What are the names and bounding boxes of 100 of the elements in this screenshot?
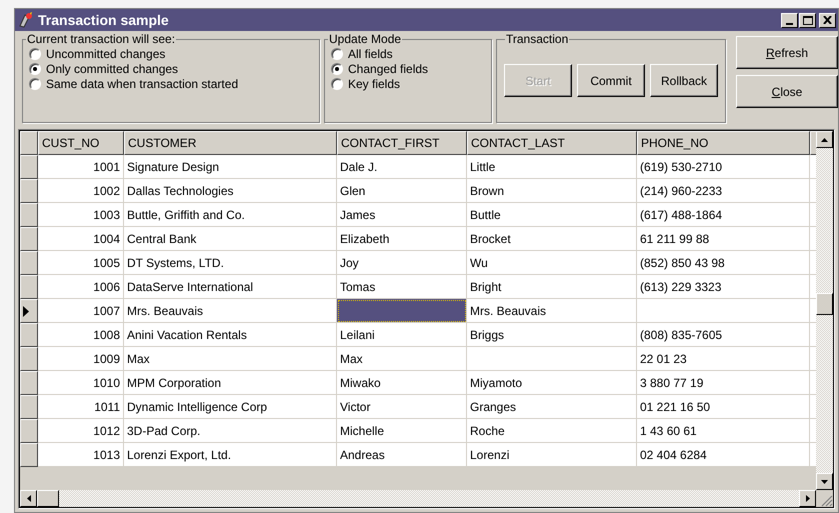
table-cell[interactable]: Dynamic Intelligence Corp [124,395,337,419]
row-indicator[interactable] [20,299,38,323]
table-cell[interactable]: 3 880 77 19 [637,371,810,395]
table-cell[interactable]: 1006 [38,275,124,299]
table-cell[interactable]: 1012 [38,419,124,443]
table-cell[interactable]: 1003 [38,203,124,227]
table-cell[interactable]: Anini Vacation Rentals [124,323,337,347]
row-indicator[interactable] [20,395,38,419]
table-cell[interactable]: Mrs. Beauvais [467,299,637,323]
radio-label[interactable]: Same data when transaction started [46,74,238,92]
table-cell[interactable]: Max [337,347,467,371]
column-header[interactable] [810,131,816,155]
table-cell[interactable]: Central Bank [124,227,337,251]
table-cell[interactable]: DataServe International [124,275,337,299]
table-cell[interactable]: 61 211 99 88 [637,227,810,251]
column-header[interactable]: CONTACT_FIRST [337,131,467,155]
vertical-scrollbar[interactable] [816,131,833,490]
table-cell[interactable] [810,227,816,251]
row-indicator[interactable] [20,155,38,179]
row-indicator[interactable] [20,227,38,251]
scroll-down-button[interactable] [816,473,833,490]
table-cell[interactable]: DT Systems, LTD. [124,251,337,275]
row-indicator[interactable] [20,275,38,299]
table-cell[interactable]: Joy [337,251,467,275]
table-cell[interactable]: Andreas [337,443,467,467]
table-cell[interactable]: 1 43 60 61 [637,419,810,443]
transaction-button[interactable]: Rollback [650,64,718,97]
table-cell[interactable]: James [337,203,467,227]
column-header[interactable]: CONTACT_LAST [467,131,637,155]
table-cell[interactable]: (214) 960-2233 [637,179,810,203]
column-header[interactable]: PHONE_NO [637,131,810,155]
table-cell[interactable]: 02 404 6284 [637,443,810,467]
action-button[interactable]: Close [736,75,838,108]
table-cell[interactable]: 1007 [38,299,124,323]
table-cell[interactable]: 3D-Pad Corp. [124,419,337,443]
table-cell[interactable]: (808) 835-7605 [637,323,810,347]
table-cell[interactable]: Wu [467,251,637,275]
table-cell[interactable] [637,299,810,323]
radio-label[interactable]: All fields [348,44,393,62]
scroll-up-button[interactable] [816,131,833,148]
table-cell[interactable]: Dale J. [337,155,467,179]
table-cell[interactable] [810,299,816,323]
table-cell[interactable]: 22 01 23 [637,347,810,371]
transaction-button[interactable]: Commit [577,64,645,97]
row-indicator[interactable] [20,203,38,227]
table-cell[interactable]: Leilani [337,323,467,347]
table-cell[interactable]: Miyamoto [467,371,637,395]
table-cell[interactable]: Brocket [467,227,637,251]
table-cell[interactable]: Lorenzi [467,443,637,467]
table-cell[interactable]: Dallas Technologies [124,179,337,203]
row-indicator[interactable] [20,419,38,443]
radio-label[interactable]: Key fields [348,74,400,92]
scroll-thumb[interactable] [816,293,833,315]
table-cell[interactable] [810,275,816,299]
column-header[interactable]: CUST_NO [38,131,124,155]
radio-label[interactable]: Only committed changes [46,60,178,78]
table-cell[interactable]: Briggs [467,323,637,347]
table-cell[interactable]: 1008 [38,323,124,347]
table-cell[interactable]: Glen [337,179,467,203]
table-cell[interactable]: Victor [337,395,467,419]
table-cell[interactable]: Mrs. Beauvais [124,299,337,323]
minimize-button[interactable] [781,12,798,28]
table-cell[interactable]: Brown [467,179,637,203]
table-cell[interactable]: Elizabeth [337,227,467,251]
maximize-button[interactable] [799,12,816,28]
row-indicator[interactable] [20,347,38,371]
row-indicator[interactable] [20,251,38,275]
table-cell[interactable] [810,155,816,179]
radio-label[interactable]: Changed fields [348,60,428,78]
table-cell[interactable] [810,419,816,443]
table-cell[interactable]: (619) 530-2710 [637,155,810,179]
table-cell[interactable]: Max [124,347,337,371]
table-cell[interactable]: (617) 488-1864 [637,203,810,227]
radio-label[interactable]: Uncommitted changes [46,44,166,62]
table-cell[interactable]: 1004 [38,227,124,251]
row-indicator[interactable] [20,371,38,395]
table-cell[interactable]: Buttle, Griffith and Co. [124,203,337,227]
table-cell[interactable] [337,299,467,323]
table-cell[interactable]: Bright [467,275,637,299]
table-cell[interactable]: 1009 [38,347,124,371]
table-cell[interactable] [810,323,816,347]
table-cell[interactable]: (852) 850 43 98 [637,251,810,275]
table-cell[interactable]: Granges [467,395,637,419]
table-cell[interactable]: (613) 229 3323 [637,275,810,299]
row-indicator[interactable] [20,443,38,467]
size-grip[interactable] [821,495,833,507]
table-cell[interactable] [810,371,816,395]
row-indicator[interactable] [20,179,38,203]
table-cell[interactable]: 1013 [38,443,124,467]
table-cell[interactable] [810,251,816,275]
table-cell[interactable]: Roche [467,419,637,443]
close-button[interactable] [819,12,836,28]
table-cell[interactable] [810,395,816,419]
table-cell[interactable]: 01 221 16 50 [637,395,810,419]
table-cell[interactable]: Michelle [337,419,467,443]
table-cell[interactable] [810,347,816,371]
column-header[interactable]: CUSTOMER [124,131,337,155]
scroll-right-button[interactable] [799,490,816,507]
table-cell[interactable] [810,203,816,227]
table-cell[interactable]: 1010 [38,371,124,395]
